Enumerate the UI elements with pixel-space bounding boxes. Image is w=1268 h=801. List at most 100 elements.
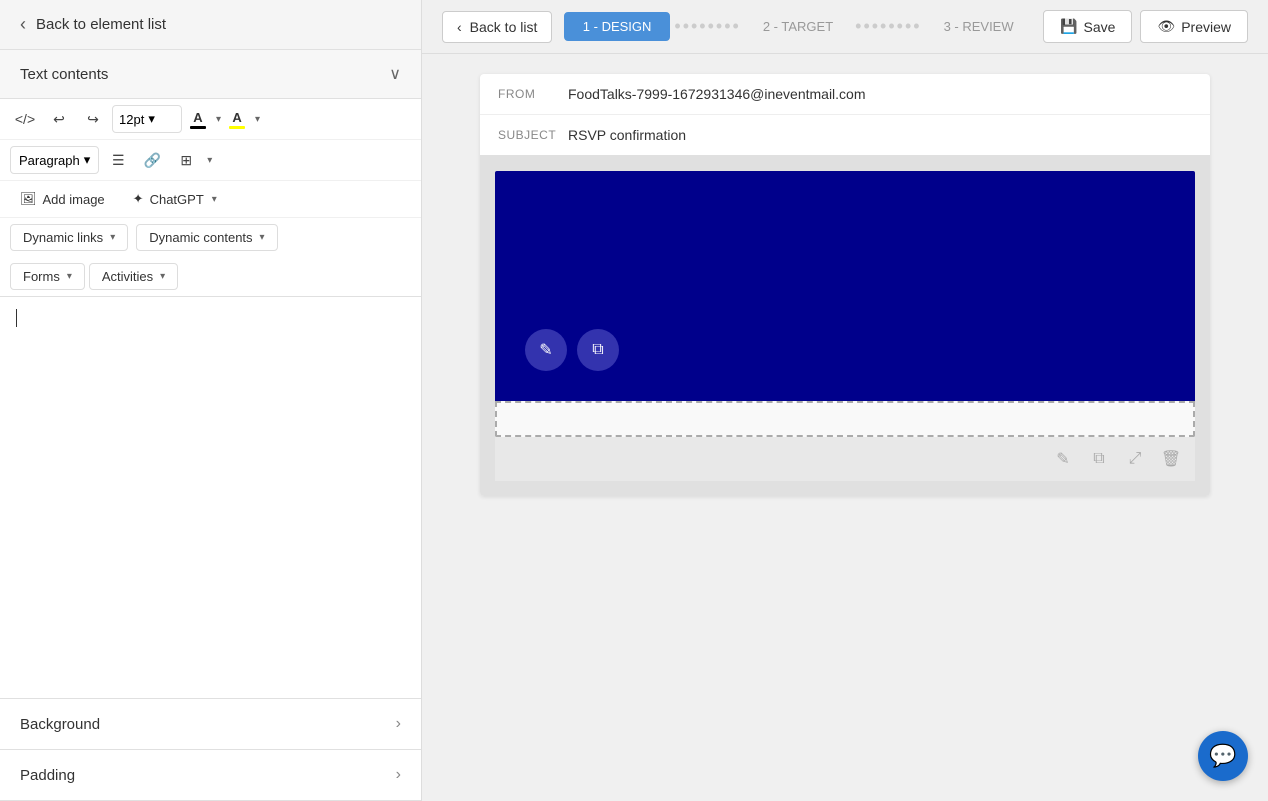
highlight-bar: [229, 126, 245, 129]
save-button[interactable]: 💾 Save: [1043, 10, 1132, 43]
toolbar-row-2: Paragraph ▾ ☰ 🔗 ⊞ ▾: [0, 140, 421, 181]
email-container: FROM FoodTalks-7999-1672931346@ineventma…: [480, 74, 1210, 496]
undo-button[interactable]: ↩: [44, 105, 74, 133]
text-contents-header[interactable]: Text contents ∨: [0, 49, 421, 99]
step-1-label: 1 - DESIGN: [583, 19, 652, 34]
copy-float-icon[interactable]: ⧉: [577, 329, 619, 371]
chat-bubble-button[interactable]: 💬: [1198, 731, 1248, 781]
padding-section[interactable]: Padding ›: [0, 750, 421, 801]
preview-button[interactable]: 👁 Preview: [1140, 10, 1248, 43]
bullet-list-icon: ☰: [112, 152, 125, 169]
redo-button[interactable]: ↪: [78, 105, 108, 133]
forms-button[interactable]: Forms ▾: [10, 263, 85, 290]
code-button[interactable]: </>: [10, 105, 40, 133]
link-button[interactable]: 🔗: [137, 146, 167, 174]
back-to-element-list-button[interactable]: ‹ Back to element list: [0, 0, 421, 49]
dark-blue-image-block[interactable]: ✎ ⧉: [495, 171, 1195, 401]
footer-copy-icon[interactable]: ⧉: [1085, 445, 1113, 473]
action-buttons: 💾 Save 👁 Preview: [1043, 10, 1248, 43]
preview-icon: 👁: [1157, 18, 1175, 35]
preview-label: Preview: [1181, 19, 1231, 35]
code-icon: </>: [15, 111, 35, 127]
back-chevron-icon: ‹: [20, 14, 26, 35]
step-dots-1: ••••••••: [670, 16, 744, 37]
chatgpt-button[interactable]: ✦ ChatGPT ▾: [123, 187, 227, 211]
text-color-button[interactable]: A: [186, 108, 210, 131]
table-button[interactable]: ⊞: [171, 146, 201, 174]
paragraph-chevron-icon: ▾: [84, 152, 91, 168]
top-bar: ‹ Back to list 1 - DESIGN •••••••• 2 - T…: [422, 0, 1268, 54]
table-dropdown-arrow[interactable]: ▾: [207, 155, 212, 166]
dynamic-links-arrow: ▾: [110, 232, 115, 243]
step-dots-2: ••••••••: [851, 16, 925, 37]
dynamic-contents-label: Dynamic contents: [149, 230, 252, 245]
background-section[interactable]: Background ›: [0, 699, 421, 750]
activities-button[interactable]: Activities ▾: [89, 263, 178, 290]
dynamic-contents-arrow: ▾: [260, 232, 265, 243]
paragraph-selector[interactable]: Paragraph ▾: [10, 146, 99, 174]
add-image-button[interactable]: 🖼 Add image: [10, 187, 115, 211]
add-image-icon: 🖼: [20, 191, 37, 207]
from-label: FROM: [498, 87, 568, 101]
save-label: Save: [1083, 19, 1115, 35]
step-3-label: 3 - REVIEW: [944, 19, 1014, 34]
padding-chevron-icon: ›: [396, 766, 401, 784]
chatgpt-dropdown-arrow: ▾: [212, 194, 217, 205]
step-2-label: 2 - TARGET: [763, 19, 833, 34]
text-color-bar: [190, 126, 206, 129]
footer-delete-icon[interactable]: 🗑: [1157, 445, 1185, 473]
back-to-list-button[interactable]: ‹ Back to list: [442, 11, 552, 43]
bullet-list-button[interactable]: ☰: [103, 146, 133, 174]
font-size-chevron-icon: ▾: [148, 111, 155, 127]
step-1-design[interactable]: 1 - DESIGN: [564, 12, 671, 41]
background-chevron-icon: ›: [396, 715, 401, 733]
highlight-icon: A: [232, 110, 241, 125]
chatgpt-label: ChatGPT: [150, 192, 204, 207]
footer-move-icon[interactable]: ⤢: [1121, 445, 1149, 473]
step-3-review[interactable]: 3 - REVIEW: [926, 13, 1032, 40]
email-footer-controls: ✎ ⧉ ⤢ 🗑: [495, 437, 1195, 481]
footer-edit-icon[interactable]: ✎: [1049, 445, 1077, 473]
text-content-block[interactable]: [495, 401, 1195, 437]
email-content-block: ✎ ⧉: [495, 171, 1195, 437]
font-size-value: 12pt: [119, 112, 144, 127]
chatgpt-icon: ✦: [133, 191, 144, 207]
subject-value: RSVP confirmation: [568, 127, 686, 143]
toolbar-row-5: Forms ▾ Activities ▾: [0, 257, 421, 296]
email-subject-field: SUBJECT RSVP confirmation: [480, 115, 1210, 155]
text-cursor: [16, 309, 17, 327]
undo-icon: ↩: [53, 111, 65, 128]
forms-label: Forms: [23, 269, 60, 284]
text-contents-label: Text contents: [20, 66, 108, 83]
dynamic-links-button[interactable]: Dynamic links ▾: [10, 224, 128, 251]
step-2-target[interactable]: 2 - TARGET: [745, 13, 851, 40]
background-label: Background: [20, 716, 100, 733]
edit-float-icon[interactable]: ✎: [525, 329, 567, 371]
from-value: FoodTalks-7999-1672931346@ineventmail.co…: [568, 86, 866, 102]
save-icon: 💾: [1060, 18, 1077, 35]
toolbar-row-1: </> ↩ ↪ 12pt ▾ A ▾ A ▾: [0, 99, 421, 140]
dynamic-links-label: Dynamic links: [23, 230, 103, 245]
back-button-label: Back to element list: [36, 16, 166, 33]
activities-arrow: ▾: [160, 271, 165, 282]
text-toolbar: </> ↩ ↪ 12pt ▾ A ▾ A ▾: [0, 99, 421, 297]
subject-label: SUBJECT: [498, 128, 568, 142]
text-contents-chevron-icon: ∨: [389, 64, 401, 84]
email-from-field: FROM FoodTalks-7999-1672931346@ineventma…: [480, 74, 1210, 115]
chat-bubble-icon: 💬: [1209, 743, 1236, 769]
text-color-dropdown-arrow[interactable]: ▾: [216, 114, 221, 125]
font-size-selector[interactable]: 12pt ▾: [112, 105, 182, 133]
redo-icon: ↪: [87, 111, 99, 128]
steps-nav: 1 - DESIGN •••••••• 2 - TARGET •••••••• …: [564, 12, 1032, 41]
back-to-list-chevron-icon: ‹: [457, 19, 462, 35]
text-editor-area[interactable]: [0, 297, 421, 699]
highlight-dropdown-arrow[interactable]: ▾: [255, 114, 260, 125]
floating-action-icons: ✎ ⧉: [525, 329, 619, 371]
paragraph-label: Paragraph: [19, 153, 80, 168]
table-icon: ⊞: [180, 152, 192, 169]
highlight-button[interactable]: A: [225, 108, 249, 131]
link-icon: 🔗: [144, 152, 161, 169]
toolbar-row-3: 🖼 Add image ✦ ChatGPT ▾: [0, 181, 421, 218]
dynamic-contents-button[interactable]: Dynamic contents ▾: [136, 224, 277, 251]
email-header: FROM FoodTalks-7999-1672931346@ineventma…: [480, 74, 1210, 156]
